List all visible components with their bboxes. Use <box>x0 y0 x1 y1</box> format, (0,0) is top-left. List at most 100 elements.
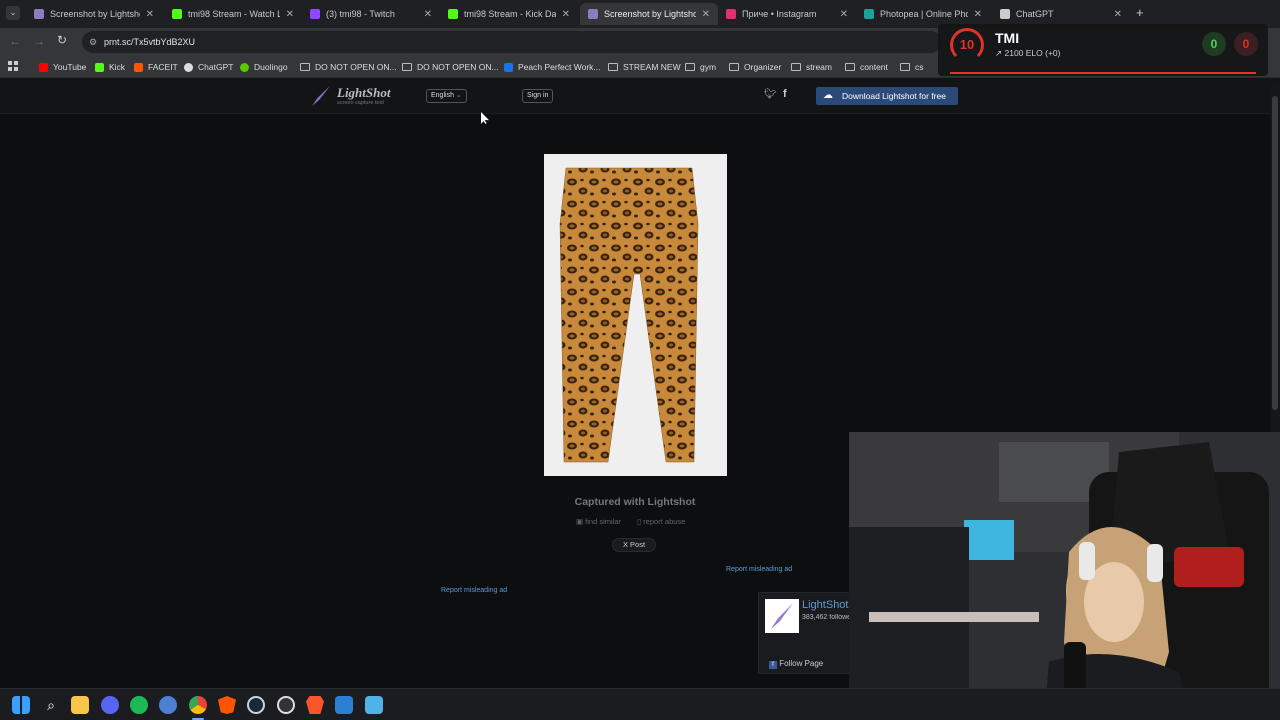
search-icon[interactable]: ⌕ <box>42 696 60 714</box>
folder-icon <box>608 63 618 71</box>
fb-page-name[interactable]: LightShot <box>802 599 850 611</box>
bookmark-peach-perfect[interactable]: Peach Perfect Work... <box>504 60 601 74</box>
score-wins: 0 <box>1202 32 1226 56</box>
tab-5-active[interactable]: Screenshot by Lightshot ✕ <box>580 3 718 25</box>
lightshot-logo[interactable]: LightShot screen capture tool <box>312 84 402 110</box>
close-tab-icon[interactable]: ✕ <box>424 9 432 20</box>
file-explorer-icon[interactable] <box>71 696 89 714</box>
close-tab-icon[interactable]: ✕ <box>974 9 982 20</box>
facebook-icon[interactable]: f <box>783 88 787 100</box>
brave-icon[interactable] <box>306 696 324 714</box>
bookmark-folder-1[interactable]: DO NOT OPEN ON... <box>300 60 397 74</box>
bookmark-kick[interactable]: Kick <box>95 60 125 74</box>
feather-logo-icon <box>312 86 330 106</box>
bookmark-label: DO NOT OPEN ON... <box>315 62 397 72</box>
bookmark-folder-content[interactable]: content <box>845 60 888 74</box>
tab-label: ChatGPT <box>1016 9 1054 19</box>
folder-icon <box>845 63 855 71</box>
app-orb-icon[interactable] <box>159 696 177 714</box>
screenshot-image[interactable] <box>544 154 727 476</box>
tab-1[interactable]: Screenshot by Lightshot ✕ <box>26 3 162 25</box>
faceit-anticheat-icon[interactable] <box>218 696 236 714</box>
fb-follow-button[interactable]: f Follow Page <box>769 659 823 669</box>
twitter-icon[interactable]: 🐦︎ <box>764 89 777 100</box>
x-post-button[interactable]: X Post <box>612 538 656 552</box>
bookmark-label: Peach Perfect Work... <box>518 62 601 72</box>
spotify-icon[interactable] <box>130 696 148 714</box>
bookmark-folder-stream-new[interactable]: STREAM NEW <box>608 60 681 74</box>
language-label: English <box>431 92 454 99</box>
tab-2[interactable]: tmi98 Stream - Watch Live ✕ <box>164 3 302 25</box>
leopard-leggings-image <box>559 167 699 463</box>
sign-in-button[interactable]: Sign in <box>522 89 554 103</box>
discord-icon[interactable] <box>101 696 119 714</box>
tab-label: Screenshot by Lightshot <box>604 9 696 19</box>
close-tab-icon[interactable]: ✕ <box>146 9 154 20</box>
bookmark-folder-organizer[interactable]: Organizer <box>729 60 781 74</box>
address-bar[interactable]: ⚙ prnt.sc/Tx5vtbYdB2XU <box>82 31 942 53</box>
tab-label: tmi98 Stream - Watch Live <box>188 9 280 19</box>
notepad-icon[interactable] <box>365 696 383 714</box>
bookmark-duolingo[interactable]: Duolingo <box>240 60 288 74</box>
steam-icon[interactable] <box>247 696 265 714</box>
elo-text: 2100 ELO (+0) <box>1004 48 1061 58</box>
bookmark-chatgpt[interactable]: ChatGPT <box>184 60 233 74</box>
reload-icon[interactable]: ↻ <box>57 33 67 47</box>
youtube-icon <box>39 62 48 72</box>
bookmark-label: STREAM NEW <box>623 62 681 72</box>
kick-icon <box>448 9 458 19</box>
scrollbar-thumb[interactable] <box>1272 96 1278 410</box>
elo-readout: ↗ 2100 ELO (+0) <box>995 48 1060 59</box>
logo-text: LightShot <box>337 85 391 100</box>
tab-4[interactable]: tmi98 Stream - Kick Dashb ✕ <box>440 3 578 25</box>
bookmark-folder-2[interactable]: DO NOT OPEN ON... <box>402 60 499 74</box>
bookmark-faceit[interactable]: FACEIT <box>134 60 178 74</box>
bookmark-label: cs <box>915 62 924 72</box>
site-info-icon[interactable]: ⚙ <box>89 31 97 53</box>
forward-icon[interactable]: → <box>33 34 45 48</box>
language-select[interactable]: English ⌄ <box>426 89 467 103</box>
faceit-overlay: 10 TMI ↗ 2100 ELO (+0) 0 0 <box>938 24 1268 76</box>
new-tab-icon[interactable]: + <box>1136 5 1144 20</box>
tab-7[interactable]: Photopea | Online Photo ✕ <box>856 3 990 25</box>
find-similar-link[interactable]: ▣ find similar <box>576 517 621 526</box>
apps-grid-icon[interactable] <box>8 61 18 71</box>
back-icon[interactable]: ← <box>9 34 21 48</box>
captured-with-lightshot: Captured with Lightshot <box>574 496 696 508</box>
lightshot-header: LightShot screen capture tool English ⌄ … <box>0 78 1280 114</box>
report-misleading-ad-link[interactable]: Report misleading ad <box>726 566 792 573</box>
duolingo-icon <box>240 62 249 72</box>
tab-label: Screenshot by Lightshot <box>50 9 140 19</box>
faceit-level-badge: 10 <box>950 28 984 62</box>
bookmark-label: gym <box>700 62 717 72</box>
facebook-icon: f <box>769 661 777 669</box>
close-tab-icon[interactable]: ✕ <box>286 9 294 20</box>
bookmark-folder-cs[interactable]: cs <box>900 60 924 74</box>
webcam-feed <box>849 432 1280 720</box>
chrome-icon[interactable] <box>189 696 207 714</box>
photo-editor-icon[interactable] <box>335 696 353 714</box>
tab-label: tmi98 Stream - Kick Dashb <box>464 9 556 19</box>
close-tab-icon[interactable]: ✕ <box>562 9 570 20</box>
tab-search-button[interactable]: ⌄ <box>6 6 20 20</box>
tab-3[interactable]: (3) tmi98 - Twitch ✕ <box>302 3 440 25</box>
report-abuse-link[interactable]: ▯ report abuse <box>637 517 685 526</box>
windows-start-icon[interactable] <box>12 696 30 714</box>
bookmark-youtube[interactable]: YouTube <box>39 60 86 74</box>
close-tab-icon[interactable]: ✕ <box>840 9 848 20</box>
bookmark-label: YouTube <box>53 62 87 72</box>
obs-icon[interactable] <box>277 696 295 714</box>
lightshot-fb-avatar[interactable] <box>765 599 799 633</box>
report-misleading-ad-link[interactable]: Report misleading ad <box>441 587 507 594</box>
folder-icon <box>729 63 739 71</box>
bookmark-folder-gym[interactable]: gym <box>685 60 716 74</box>
tab-8[interactable]: ChatGPT ✕ <box>992 3 1130 25</box>
feather-logo-icon <box>771 603 793 629</box>
close-tab-icon[interactable]: ✕ <box>1114 9 1122 20</box>
folder-icon <box>900 63 910 71</box>
follow-page-label: Follow Page <box>779 659 824 668</box>
close-tab-icon[interactable]: ✕ <box>702 9 710 20</box>
tab-6[interactable]: Приче • Instagram ✕ <box>718 3 856 25</box>
bookmark-folder-stream[interactable]: stream <box>791 60 832 74</box>
download-lightshot-button[interactable]: ☁ Download Lightshot for free <box>816 87 958 105</box>
